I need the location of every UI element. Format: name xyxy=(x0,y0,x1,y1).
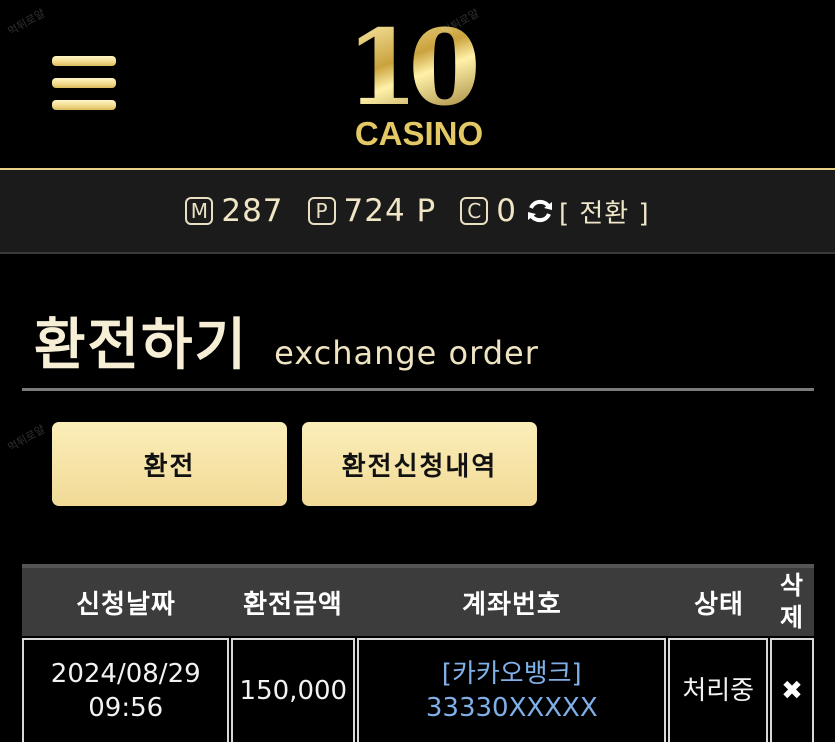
cell-delete: ✖ xyxy=(770,638,814,742)
casino-logo[interactable]: 10 CASINO xyxy=(338,16,498,153)
watermark: 먹튀로얄 xyxy=(5,422,48,455)
header-delete: 삭제 xyxy=(779,571,804,632)
hamburger-menu-icon[interactable] xyxy=(52,56,118,114)
row-time: 09:56 xyxy=(88,693,164,723)
logo-text: CASINO xyxy=(354,115,484,152)
row-account-number: 33330XXXXX xyxy=(425,693,598,723)
cell-date: 2024/08/29 09:56 xyxy=(22,638,230,742)
header: 10 CASINO 먹튀로얄 먹튀로얄 xyxy=(0,0,835,168)
cell-account: [카카오뱅크] 33330XXXXX xyxy=(357,638,667,742)
logo-number: 10 xyxy=(346,16,492,120)
coupon-balance: C 0 [ 전환 ] xyxy=(460,193,649,230)
convert-button[interactable]: [ 전환 ] xyxy=(559,193,650,230)
header-amount: 환전금액 xyxy=(243,589,343,620)
table-row: 2024/08/29 09:56 150,000 [카카오뱅크] 33330XX… xyxy=(22,638,814,742)
watermark: 먹튀로얄 xyxy=(5,6,48,39)
page-title: 환전하기 exchange order xyxy=(34,300,814,378)
exchange-button[interactable]: 환전 xyxy=(52,422,287,506)
coupon-value: 0 xyxy=(496,193,517,229)
coupon-icon: C xyxy=(460,197,489,225)
points-bar: M 287 P 724 P C 0 [ 전환 ] xyxy=(0,168,835,254)
header-status: 상태 xyxy=(694,589,744,620)
money-icon: M xyxy=(185,197,214,225)
money-balance: M 287 xyxy=(185,193,283,229)
title-divider xyxy=(22,388,814,391)
title-korean: 환전하기 xyxy=(34,313,249,378)
point-value: 724 P xyxy=(343,193,437,229)
close-icon[interactable]: ✖ xyxy=(781,674,803,708)
title-english: exchange order xyxy=(274,334,539,372)
point-icon: P xyxy=(307,197,336,225)
point-balance: P 724 P xyxy=(307,193,437,229)
refresh-icon[interactable] xyxy=(525,196,555,226)
row-bank: [카카오뱅크] xyxy=(441,659,582,689)
money-value: 287 xyxy=(221,193,284,229)
header-account: 계좌번호 xyxy=(462,589,562,620)
row-date: 2024/08/29 xyxy=(50,659,201,689)
cell-status: 처리중 xyxy=(668,638,769,742)
header-date: 신청날짜 xyxy=(76,589,176,620)
table-header: 신청날짜 환전금액 계좌번호 상태 삭제 xyxy=(22,564,814,636)
cell-amount: 150,000 xyxy=(231,638,356,742)
exchange-table: 신청날짜 환전금액 계좌번호 상태 삭제 2024/08/29 09:56 15… xyxy=(22,564,814,742)
exchange-history-button[interactable]: 환전신청내역 xyxy=(302,422,537,506)
